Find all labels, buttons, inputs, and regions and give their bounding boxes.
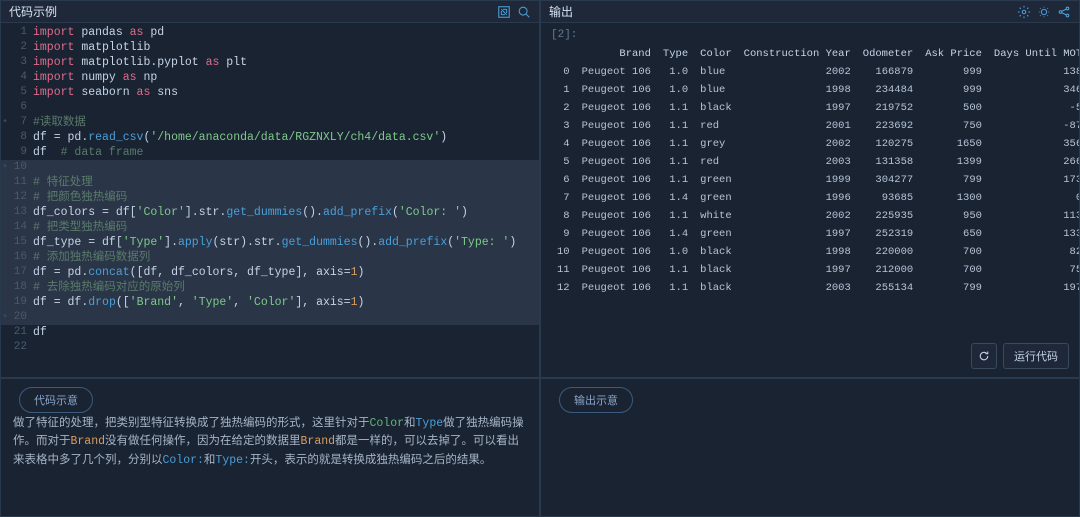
table-row: 6Peugeot 1061.1green199930427779917357 xyxy=(551,171,1079,189)
output-title: 输出 xyxy=(549,3,573,20)
code-line[interactable]: 3import matplotlib.pyplot as plt xyxy=(1,55,539,70)
code-line[interactable]: 6 xyxy=(1,100,539,115)
code-editor[interactable]: 1import pandas as pd2import matplotlib3i… xyxy=(1,23,539,377)
code-hint-tab[interactable]: 代码示意 xyxy=(19,387,93,413)
run-code-button[interactable]: 运行代码 xyxy=(1003,343,1069,369)
table-row: 11Peugeot 1061.1black19972120007007560 xyxy=(551,261,1079,279)
gear-icon[interactable] xyxy=(1017,5,1031,19)
output-header-icons xyxy=(1017,5,1071,19)
output-panel: 输出 [2]: BrandTypeColorConstruction YearO… xyxy=(540,0,1080,378)
code-line[interactable]: 1import pandas as pd xyxy=(1,25,539,40)
zoom-icon[interactable] xyxy=(517,5,531,19)
table-header xyxy=(551,45,576,63)
table-header: Odometer xyxy=(857,45,919,63)
table-row: 4Peugeot 1061.1grey2002120275165035659 xyxy=(551,135,1079,153)
code-title: 代码示例 xyxy=(9,3,57,20)
output-hint-panel: 输出示意 xyxy=(540,378,1080,517)
table-header: Type xyxy=(657,45,694,63)
code-line[interactable]: 13df_colors = df['Color'].str.get_dummie… xyxy=(1,205,539,220)
code-line[interactable]: 17df = pd.concat([df, df_colors, df_type… xyxy=(1,265,539,280)
output-header: 输出 xyxy=(541,1,1079,23)
code-line[interactable]: 19df = df.drop(['Brand', 'Type', 'Color'… xyxy=(1,295,539,310)
code-line[interactable]: 4import numpy as np xyxy=(1,70,539,85)
data-table: BrandTypeColorConstruction YearOdometerA… xyxy=(551,45,1079,297)
table-header: Brand xyxy=(576,45,657,63)
code-header-icons xyxy=(497,5,531,19)
code-line[interactable]: 12# 把颜色独热编码 xyxy=(1,190,539,205)
code-line[interactable]: 5import seaborn as sns xyxy=(1,85,539,100)
code-line[interactable]: 15df_type = df['Type'].apply(str).str.ge… xyxy=(1,235,539,250)
table-header: Color xyxy=(694,45,738,63)
table-row: 3Peugeot 1061.1red2001223692750-8760 xyxy=(551,117,1079,135)
table-row: 9Peugeot 1061.4green199725231965013375 xyxy=(551,225,1079,243)
table-row: 8Peugeot 1061.1white200222593595011360 xyxy=(551,207,1079,225)
code-line[interactable]: 2import matplotlib xyxy=(1,40,539,55)
code-line[interactable]: 8df = pd.read_csv('/home/anaconda/data/R… xyxy=(1,130,539,145)
output-buttons: 运行代码 xyxy=(971,343,1069,369)
code-line[interactable]: 18# 去除独热编码对应的原始列 xyxy=(1,280,539,295)
table-header: Construction Year xyxy=(738,45,857,63)
code-panel: 代码示例 1import pandas as pd2import matplot… xyxy=(0,0,540,378)
output-area: [2]: BrandTypeColorConstruction YearOdom… xyxy=(541,23,1079,377)
code-line[interactable]: •20 xyxy=(1,310,539,325)
code-header: 代码示例 xyxy=(1,1,539,23)
table-row: 7Peugeot 1061.4green1996936851300075 xyxy=(551,189,1079,207)
table-row: 2Peugeot 1061.1black1997219752500-560 xyxy=(551,99,1079,117)
code-line[interactable]: 14# 把类型独热编码 xyxy=(1,220,539,235)
table-row: 12Peugeot 1061.1black200325513479919760 xyxy=(551,279,1079,297)
expand-icon[interactable] xyxy=(497,5,511,19)
output-hint-tab[interactable]: 输出示意 xyxy=(559,387,633,413)
sun-icon[interactable] xyxy=(1037,5,1051,19)
table-row: 1Peugeot 1061.0blue199823448499934660 xyxy=(551,81,1079,99)
table-header: Days Until MOT xyxy=(988,45,1079,63)
refresh-button[interactable] xyxy=(971,343,997,369)
code-line[interactable]: •7#读取数据 xyxy=(1,115,539,130)
code-line[interactable]: 16# 添加独热编码数据列 xyxy=(1,250,539,265)
table-row: 0Peugeot 1061.0blue200216687999913860 xyxy=(551,63,1079,81)
table-row: 10Peugeot 1061.0black19982200007008250 xyxy=(551,243,1079,261)
code-line[interactable]: 9df # data frame xyxy=(1,145,539,160)
table-header: Ask Price xyxy=(919,45,988,63)
share-icon[interactable] xyxy=(1057,5,1071,19)
code-hint-panel: 代码示意 做了特征的处理，把类别型特征转换成了独热编码的形式，这里针对于Colo… xyxy=(0,378,540,517)
code-line[interactable]: 22 xyxy=(1,340,539,355)
output-cell-label: [2]: xyxy=(551,29,1069,41)
code-line[interactable]: 21df xyxy=(1,325,539,340)
table-row: 5Peugeot 1061.1red2003131358139926660 xyxy=(551,153,1079,171)
code-line[interactable]: 11# 特征处理 xyxy=(1,175,539,190)
code-line[interactable]: •10 xyxy=(1,160,539,175)
